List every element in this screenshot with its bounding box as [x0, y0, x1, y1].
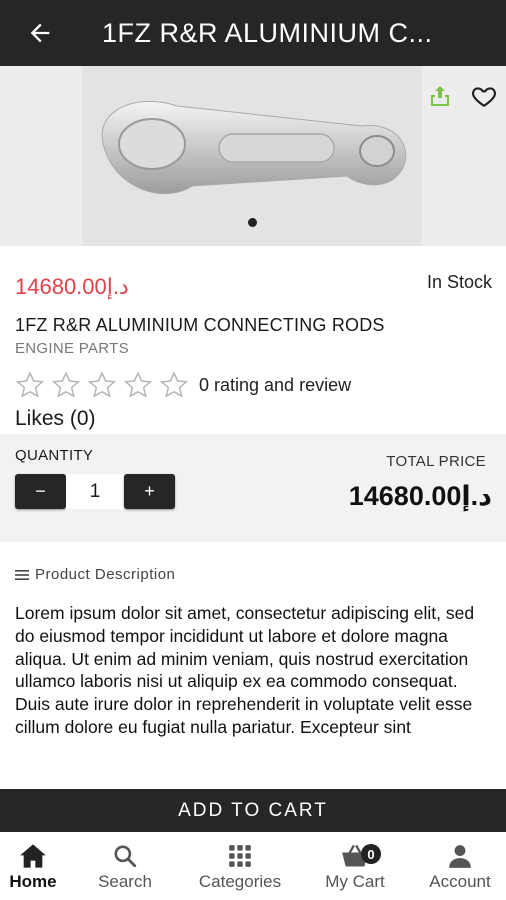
quantity-label: QUANTITY — [15, 447, 94, 464]
nav-home[interactable]: Home — [0, 832, 66, 900]
product-image-carousel[interactable] — [0, 66, 506, 246]
stock-status: In Stock — [426, 272, 492, 292]
share-icon — [431, 86, 449, 106]
quantity-value[interactable]: 1 — [66, 474, 124, 509]
nav-my-cart[interactable]: 0 My Cart — [296, 832, 414, 900]
nav-home-label: Home — [9, 872, 57, 891]
price-row: 14680.00د.إ In Stock — [0, 270, 506, 302]
back-button[interactable] — [0, 0, 80, 66]
product-price: 14680.00د.إ — [15, 274, 129, 299]
total-price-value: 14680.00د.إ — [348, 481, 492, 511]
nav-my-cart-label: My Cart — [325, 872, 385, 891]
carousel-indicator[interactable] — [248, 218, 257, 227]
share-button[interactable] — [426, 82, 454, 110]
home-icon — [20, 844, 46, 868]
product-category: ENGINE PARTS — [15, 340, 129, 357]
description-heading-label: Product Description — [35, 566, 176, 583]
nav-categories-label: Categories — [198, 872, 282, 891]
description-heading: Product Description — [15, 566, 175, 583]
star-outline-icon[interactable] — [87, 370, 117, 400]
product-name: 1FZ R&R ALUMINIUM CONNECTING RODS — [15, 315, 385, 335]
nav-search[interactable]: Search — [66, 832, 184, 900]
grid-icon — [229, 845, 251, 867]
rating-stars[interactable] — [15, 370, 189, 400]
decrease-quantity-button[interactable]: − — [15, 474, 66, 509]
star-outline-icon[interactable] — [123, 370, 153, 400]
search-icon — [114, 845, 137, 868]
bottom-navigation: Home Search Categories 0 My Cart Account — [0, 832, 506, 900]
nav-categories[interactable]: Categories — [184, 832, 296, 900]
star-outline-icon[interactable] — [15, 370, 45, 400]
page-title: 1FZ R&R ALUMINIUM C... — [102, 17, 433, 48]
total-price-label: TOTAL PRICE — [386, 453, 486, 470]
person-icon — [449, 845, 471, 868]
add-to-cart-button[interactable]: ADD TO CART — [0, 789, 506, 832]
rating-row[interactable]: 0 rating and review — [15, 370, 351, 400]
increase-quantity-button[interactable]: + — [124, 474, 175, 509]
star-outline-icon[interactable] — [51, 370, 81, 400]
app-bar: 1FZ R&R ALUMINIUM C... — [0, 0, 506, 66]
quantity-panel: QUANTITY − 1 + TOTAL PRICE 14680.00د.إ — [0, 434, 506, 542]
rating-summary: 0 rating and review — [199, 374, 352, 395]
description-text: Lorem ipsum dolor sit amet, consectetur … — [15, 603, 475, 737]
list-icon — [15, 569, 29, 580]
arrow-back-icon — [30, 23, 50, 43]
nav-account[interactable]: Account — [414, 832, 506, 900]
likes-count: Likes (0) — [15, 407, 96, 430]
quantity-stepper[interactable]: − 1 + — [15, 474, 175, 509]
favorite-button[interactable] — [468, 80, 500, 112]
cart-count-badge: 0 — [361, 844, 381, 864]
nav-search-label: Search — [98, 872, 152, 891]
nav-account-label: Account — [429, 872, 491, 891]
star-outline-icon[interactable] — [159, 370, 189, 400]
heart-outline-icon — [472, 87, 496, 108]
